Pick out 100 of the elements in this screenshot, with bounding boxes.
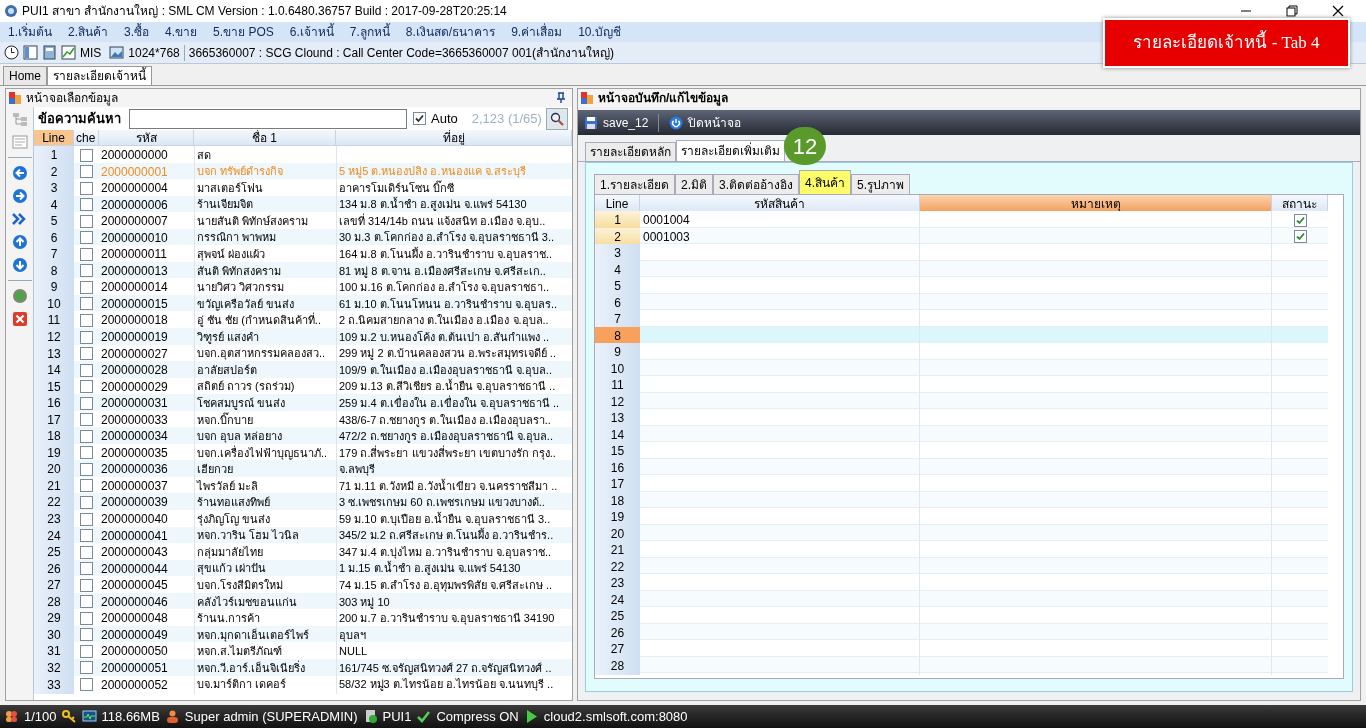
checkbox[interactable] [80, 148, 93, 162]
table-cell-text: 2000000014 [100, 279, 169, 297]
line-number: 7 [34, 245, 74, 264]
checkbox[interactable] [80, 496, 93, 509]
menu-item[interactable]: 3.ซื้อ [124, 23, 150, 41]
menu-item[interactable]: 6.เจ้าหนี้ [289, 23, 334, 41]
arrow-up-icon[interactable] [11, 234, 28, 250]
table-cell-text: 2000000041 [100, 527, 169, 545]
checkbox[interactable] [80, 198, 93, 212]
resolution-button[interactable]: 1024*768 [109, 43, 180, 62]
checkbox[interactable] [80, 313, 93, 327]
checkbox[interactable] [80, 231, 93, 245]
arrow-right-icon[interactable] [11, 188, 28, 204]
checkbox[interactable] [80, 363, 93, 377]
save-button[interactable]: save_12 [582, 113, 651, 132]
checkbox[interactable] [80, 347, 93, 361]
checkbox[interactable] [1293, 213, 1307, 227]
search-button[interactable] [546, 107, 568, 130]
mis-button[interactable]: MIS [61, 43, 102, 62]
status-text: Compress ON [436, 707, 519, 726]
checkbox[interactable] [80, 280, 93, 294]
checkbox[interactable] [80, 578, 93, 592]
checkbox[interactable] [80, 628, 93, 642]
menu-item[interactable]: 8.เงินสด/ธนาคาร [405, 23, 496, 41]
table-cell-text: 2000000007 [100, 213, 169, 231]
record-count: 2,123 (1/65) [471, 109, 542, 128]
menu-item[interactable]: 9.ค่าเสื่อม [511, 23, 563, 41]
checkbox[interactable] [80, 562, 93, 576]
checkbox[interactable] [1293, 230, 1307, 243]
close-screen-button[interactable]: ปิดหน้าจอ [667, 113, 744, 132]
checkbox[interactable] [80, 214, 93, 228]
checkbox[interactable] [80, 462, 93, 476]
search-field[interactable] [129, 108, 407, 129]
arrow-down-icon[interactable] [11, 257, 28, 273]
checkbox[interactable] [80, 512, 93, 526]
picture-icon [109, 45, 125, 60]
table-cell-text: 2000000028 [100, 362, 169, 380]
line-number: 21 [595, 541, 640, 559]
checkbox[interactable] [80, 644, 93, 658]
search-icon [550, 111, 564, 126]
tab[interactable]: 2.มิติ [675, 174, 714, 194]
callout-banner: รายละเอียดเจ้าหนี้ - Tab 4 [1103, 18, 1350, 68]
checkbox[interactable] [80, 165, 93, 179]
window-title: PUI1 สาขา สำนักงานใหญ่ : SML CM Version : 1.0.6480.36757 Build : 2017-09-28T20:25:14 [22, 3, 507, 20]
checkbox[interactable] [80, 545, 93, 559]
menu-item[interactable]: 1.เริ่มต้น [8, 23, 52, 41]
table-cell-text: 2000000045 [100, 577, 169, 595]
checkbox[interactable] [80, 595, 93, 609]
line-number: 5 [34, 212, 74, 231]
checkbox[interactable] [80, 330, 93, 344]
checkbox[interactable] [80, 611, 93, 625]
clock-icon[interactable] [4, 45, 19, 60]
checkbox[interactable] [80, 479, 93, 493]
checkbox[interactable] [80, 396, 93, 410]
tab[interactable]: 5.รูปภาพ [851, 174, 911, 194]
tab[interactable]: รายละเอียดหลัก [585, 142, 676, 161]
table-cell-text: 2000000013 [100, 262, 169, 280]
line-number: 27 [34, 576, 74, 595]
window-icon [580, 91, 594, 105]
menu-item[interactable]: 4.ขาย [165, 23, 198, 41]
line-number: 27 [595, 640, 640, 658]
menu-item[interactable]: 5.ขาย POS [213, 23, 274, 41]
double-chevron-icon[interactable] [11, 211, 28, 227]
menu-item[interactable]: 2.สินค้า [68, 23, 109, 41]
tab[interactable]: 1.รายละเอียด [594, 174, 675, 194]
auto-checkbox[interactable]: Auto [413, 108, 458, 129]
line-number: 14 [34, 361, 74, 380]
tab[interactable]: 4.สินค้า [799, 170, 852, 194]
checkbox[interactable] [80, 380, 93, 394]
table-cell-text: 2000000051 [100, 659, 169, 677]
checkbox[interactable] [80, 413, 93, 427]
close-icon[interactable] [1332, 5, 1344, 17]
table-cell-text: 2000000049 [100, 626, 169, 644]
table-cell-text: 2000000029 [100, 378, 169, 396]
calculator-icon[interactable] [42, 45, 57, 60]
checkbox[interactable] [80, 264, 93, 278]
restore-icon[interactable] [1286, 5, 1298, 17]
tab[interactable]: รายละเอียดเพิ่มเติม [676, 140, 785, 161]
line-number: 15 [595, 442, 640, 460]
tab[interactable]: 3.ติดต่ออ้างอิง [713, 174, 800, 194]
checkbox[interactable] [80, 181, 93, 195]
line-number: 11 [595, 376, 640, 394]
arrow-left-icon[interactable] [11, 165, 28, 181]
checkbox[interactable] [80, 678, 93, 691]
table-cell-text: 2000000050 [100, 643, 169, 661]
column-header: รหัส [99, 130, 194, 145]
checkbox[interactable] [80, 297, 93, 311]
checkbox[interactable] [80, 247, 93, 261]
status-text: PUI1 [382, 707, 412, 726]
checkbox[interactable] [80, 529, 93, 543]
tab[interactable]: รายละเอียดเจ้าหนี้ [47, 66, 152, 85]
checkbox[interactable] [80, 429, 93, 443]
table-cell-text: 2000000036 [100, 461, 169, 479]
menu-item[interactable]: 10.บัญชี [578, 23, 621, 41]
table-cell-text: 2000000018 [100, 312, 169, 330]
checkbox[interactable] [80, 661, 93, 675]
checkbox[interactable] [80, 446, 93, 460]
menu-item[interactable]: 7.ลูกหนี้ [349, 23, 390, 41]
pin-icon[interactable] [556, 92, 566, 104]
tab[interactable]: Home [3, 66, 47, 85]
